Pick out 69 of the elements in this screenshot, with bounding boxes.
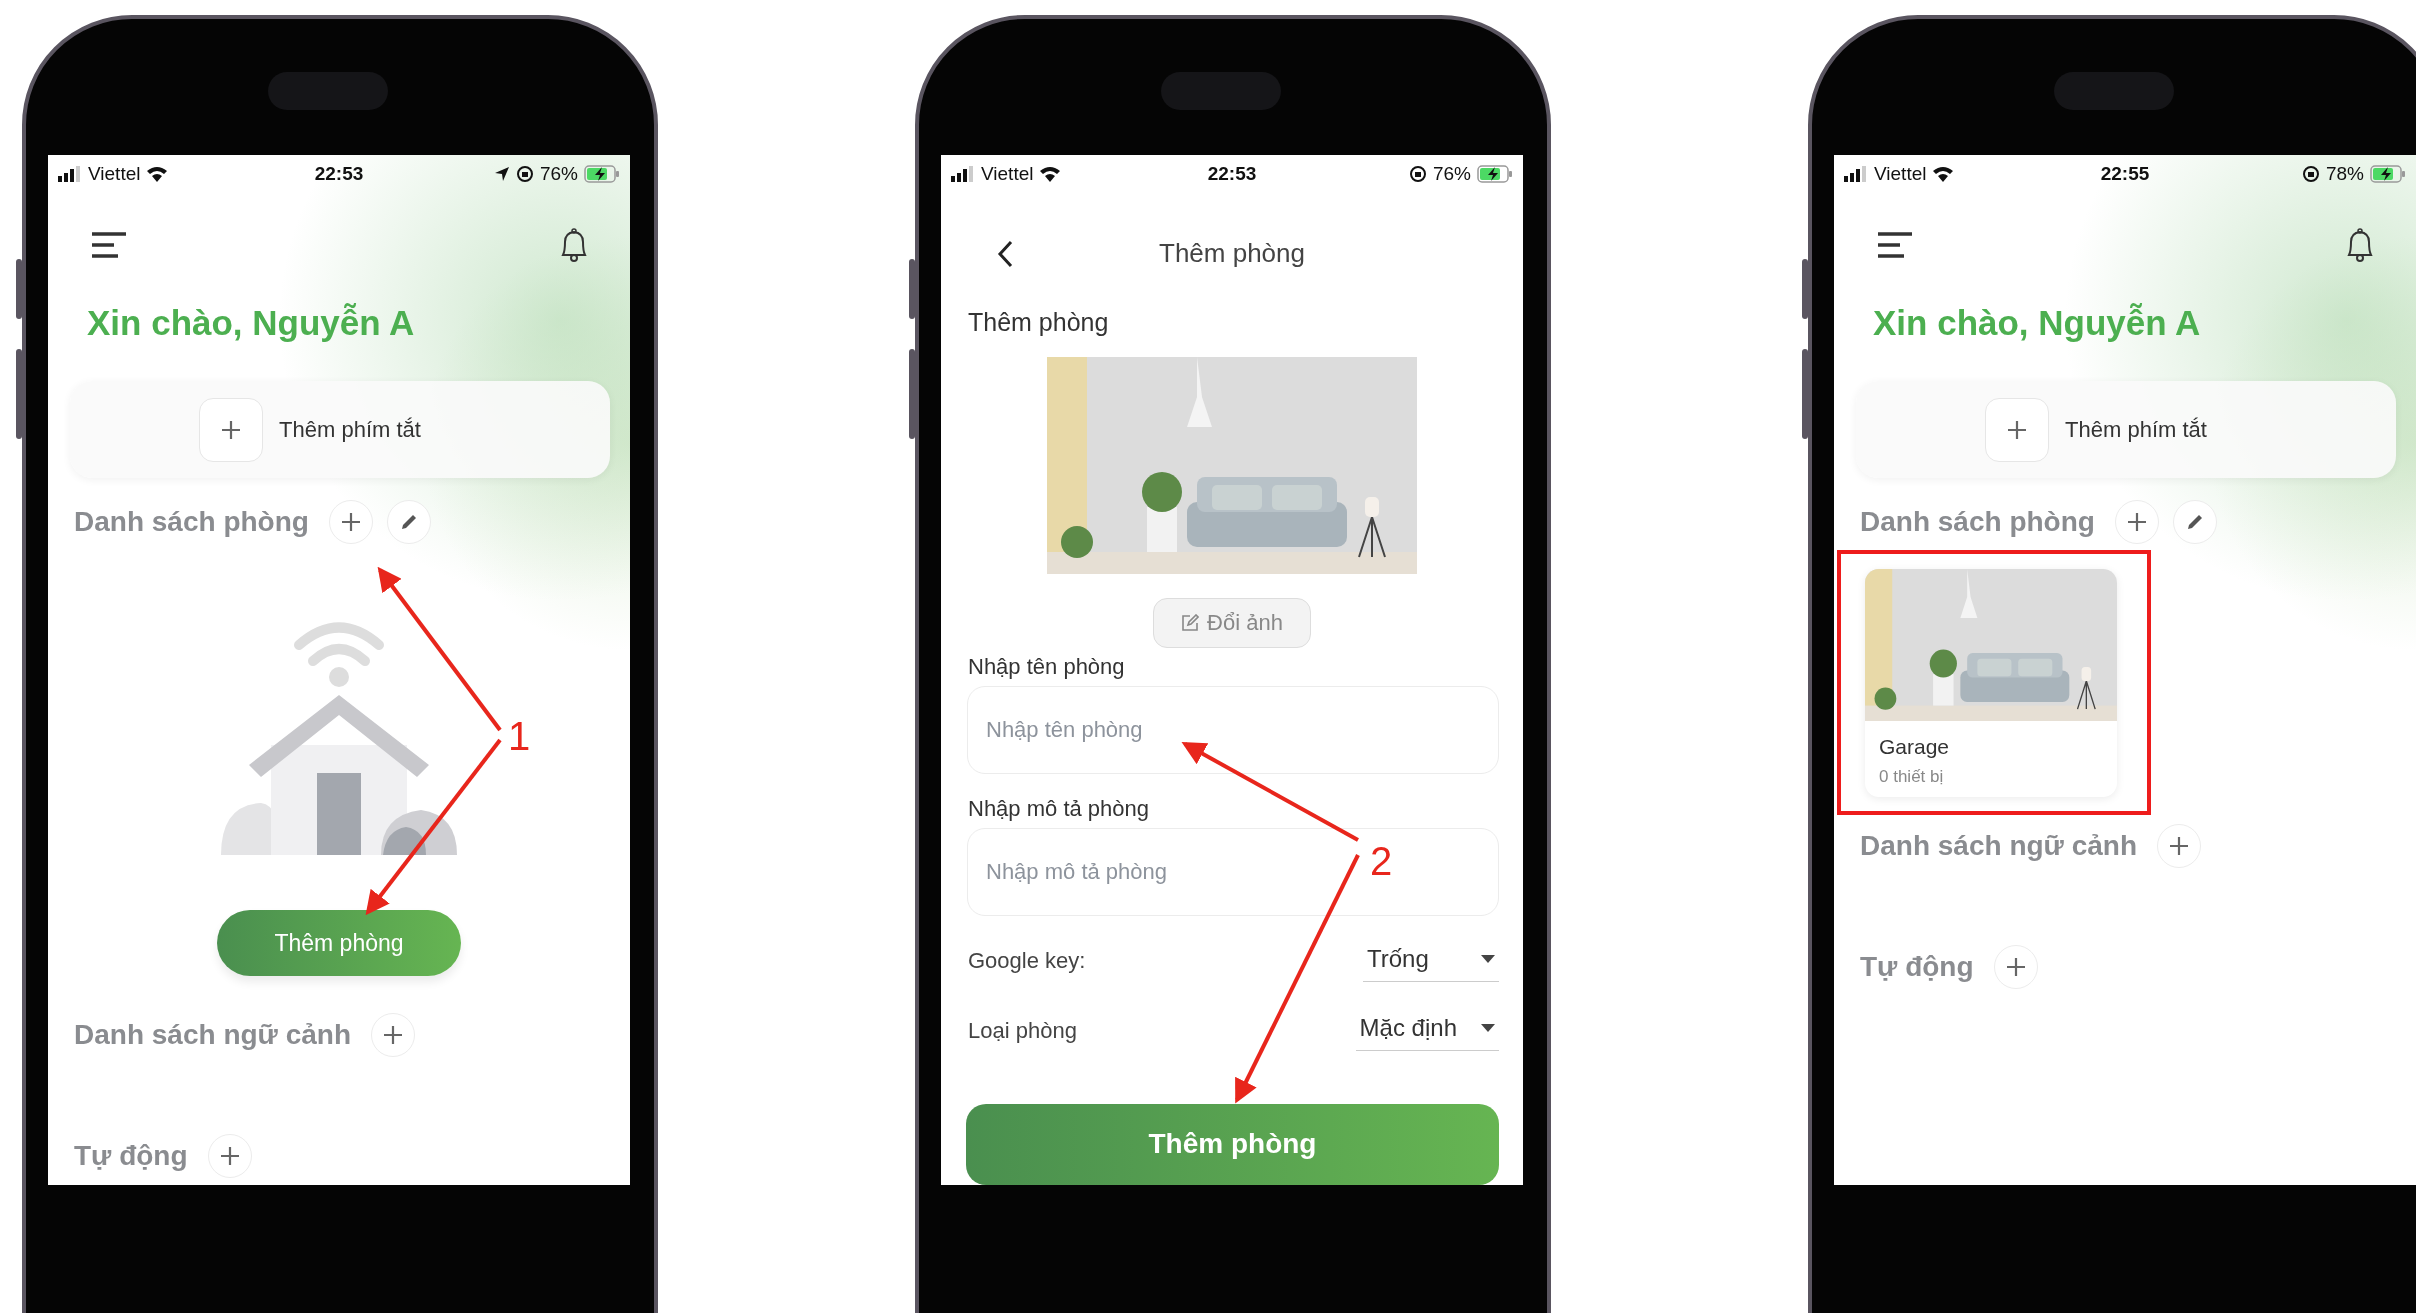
rotation-lock-icon (515, 165, 534, 183)
battery-percent: 78% (2325, 163, 2364, 185)
battery-icon (584, 165, 620, 183)
wifi-icon (1932, 166, 1955, 182)
section-title: Danh sách phòng (1860, 506, 2095, 538)
wifi-icon (1039, 165, 1062, 182)
edit-icon (1181, 613, 1200, 632)
status-time: 22:53 (314, 163, 364, 185)
plus-icon (2005, 957, 2026, 977)
field-label: Nhập tên phòng (968, 653, 1126, 680)
back-icon[interactable] (997, 239, 1013, 268)
dropdown[interactable]: Mặc định (1355, 1010, 1499, 1052)
greeting-text: Xin chào, Nguyễn A (1873, 303, 2202, 343)
field-label: Nhập mô tả phòng (968, 795, 1151, 822)
section-title: Danh sách phòng (74, 506, 309, 538)
caret-icon (1481, 1024, 1495, 1033)
rotation-lock-icon (1408, 164, 1427, 183)
status-time: 22:55 (2100, 163, 2150, 185)
menu-icon[interactable] (1876, 231, 1914, 259)
add-automation-button[interactable] (207, 1134, 252, 1178)
section-title: Danh sách ngữ cảnh (1860, 830, 2137, 862)
signal-icon (1844, 166, 1868, 182)
section-title: Thêm phòng (968, 307, 1110, 337)
plus-icon (221, 419, 242, 440)
field-label: Loại phòng (968, 1017, 1077, 1044)
add-room-button[interactable] (2114, 500, 2159, 544)
room-card[interactable]: Garage 0 thiết bị (1865, 569, 2117, 797)
plus-icon (2126, 512, 2147, 532)
carrier-name: Viettel (1874, 163, 1927, 185)
add-scene-button[interactable] (2157, 824, 2201, 868)
shortcut-label: Thêm phím tắt (2065, 416, 2207, 443)
edit-button[interactable] (2172, 500, 2217, 544)
section-title: Tự động (1860, 951, 1974, 983)
screen-title: Thêm phòng (1159, 238, 1305, 270)
plus-icon (340, 512, 361, 532)
plus-icon (219, 1146, 240, 1166)
dropdown[interactable]: Trống (1363, 940, 1499, 982)
step-number: 1 (508, 714, 531, 758)
greeting-text: Xin chào, Nguyễn A (87, 303, 416, 343)
plus-icon (2169, 836, 2189, 856)
caret-icon (1481, 954, 1495, 963)
battery-percent: 76% (1432, 162, 1471, 185)
step-number: 2 (1370, 839, 1393, 883)
battery-icon (1477, 164, 1513, 183)
plus-icon (383, 1025, 403, 1045)
wifi-icon (146, 166, 169, 182)
battery-icon (2370, 165, 2406, 183)
device-count: 0 thiết bị (1879, 767, 1945, 787)
field-label: Google key: (968, 948, 1086, 975)
pencil-icon (2185, 513, 2204, 531)
carrier-name: Viettel (981, 162, 1034, 185)
pencil-icon (399, 513, 418, 531)
rotation-lock-icon (2301, 165, 2320, 183)
add-automation-button[interactable] (1993, 945, 2038, 989)
edit-button[interactable] (386, 500, 431, 544)
carrier-name: Viettel (88, 163, 141, 185)
signal-icon (58, 166, 82, 182)
add-scene-button[interactable] (371, 1013, 415, 1057)
menu-icon[interactable] (90, 231, 128, 259)
section-title: Danh sách ngữ cảnh (74, 1019, 351, 1051)
input-field[interactable]: Nhập tên phòng (967, 685, 1499, 774)
signal-icon (951, 165, 975, 182)
plus-icon (2007, 419, 2028, 440)
add-room-button[interactable] (328, 500, 373, 544)
section-title: Tự động (74, 1140, 188, 1172)
status-time: 22:53 (1207, 162, 1257, 185)
room-name: Garage (1879, 735, 1951, 759)
shortcut-label: Thêm phím tắt (279, 416, 421, 443)
battery-percent: 76% (539, 163, 578, 185)
